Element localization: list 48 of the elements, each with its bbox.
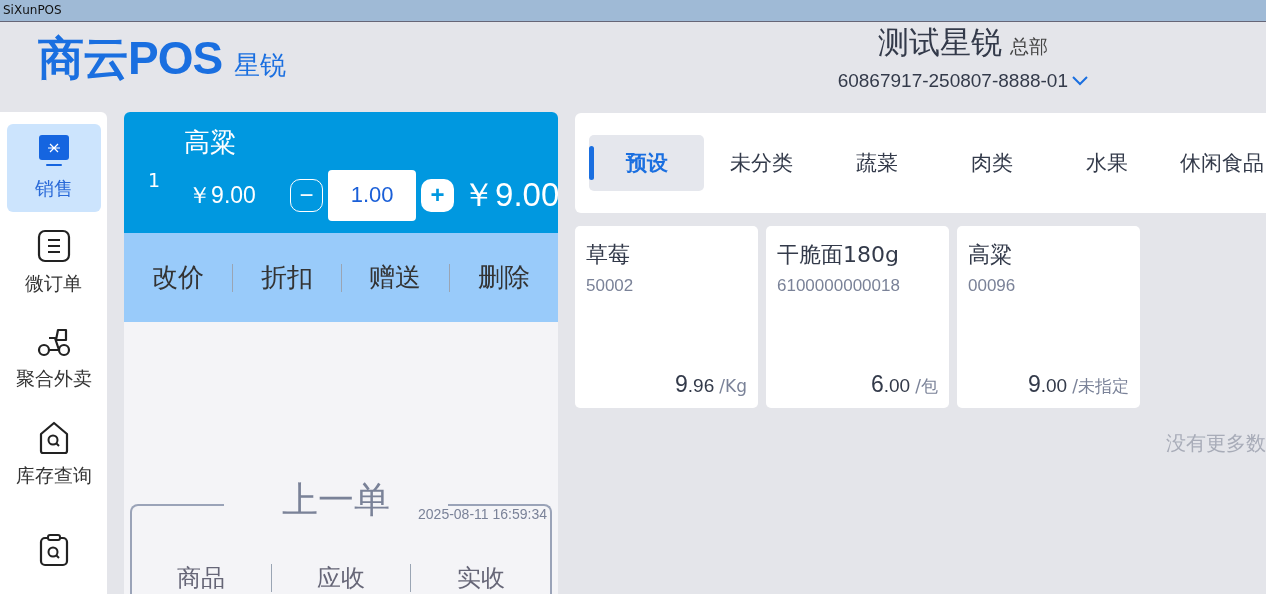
category-tab[interactable]: 蔬菜 [819,135,934,191]
product-price: 9.96 /Kg [674,371,747,398]
window-title: SiXunPOS [0,0,1266,22]
product-code: 00096 [968,276,1017,296]
action-button[interactable]: 删除 [450,260,558,295]
device-id: 60867917-250807-8888-01 [837,70,1068,92]
product-code: 50002 [586,276,635,296]
monitor-icon [37,133,70,168]
product-card[interactable]: 干脆面180g 6100000000018 6.00 /包 [766,226,949,408]
category-tab[interactable]: 肉类 [934,135,1049,191]
last-order-time: 2025-08-11 16:59:34 [418,506,547,522]
clipboard-search-icon [37,533,70,568]
column-header: 商品 [176,563,227,594]
product-name: 草莓 [586,241,631,269]
house-search-icon [37,420,70,455]
product-price: 6.00 /包 [869,371,938,398]
unit-price: ￥9.00 [188,180,257,210]
column-header: 应收 [316,563,366,594]
scooter-icon [35,326,72,358]
branch-label: 总部 [1009,34,1048,59]
product-name: 高粱 [968,241,1013,269]
action-button[interactable]: 改价 [124,260,232,295]
category-tab[interactable]: 预设 [589,135,704,191]
category-tab[interactable]: 未分类 [704,135,819,191]
product-name: 干脆面180g [777,241,900,269]
sidebar-item[interactable]: 聚合外卖 [6,315,101,403]
sidebar-item[interactable]: 库存查询 [6,410,101,499]
logo: 商云POS [38,31,223,86]
category-tab[interactable]: 水果 [1049,135,1164,191]
action-button[interactable]: 折扣 [232,260,341,295]
logo-subtitle: 星锐 [234,49,287,82]
chevron-down-icon[interactable] [1072,76,1088,86]
sidebar-item[interactable]: 销售 [6,124,101,212]
document-icon [36,229,71,264]
store-name: 测试星锐 [877,23,1002,62]
sidebar-item[interactable]: 微订单 [6,219,101,308]
quantity-field[interactable]: 1.00 [328,169,417,221]
product-card[interactable]: 草莓 50002 9.96 /Kg [575,226,758,408]
column-header: 实收 [455,563,506,594]
line-total: ￥9.00 [462,174,558,215]
action-button[interactable]: 赠送 [341,260,450,295]
product-card[interactable]: 高粱 00096 9.00 /未指定 [957,226,1140,408]
line-number: 1 [148,168,161,191]
category-tab[interactable]: 休闲食品 [1164,135,1266,191]
product-name: 高粱 [184,125,238,159]
product-price: 9.00 /未指定 [1026,371,1129,398]
end-of-list-note: 没有更多数 [1166,430,1266,457]
product-code: 6100000000018 [777,276,901,296]
